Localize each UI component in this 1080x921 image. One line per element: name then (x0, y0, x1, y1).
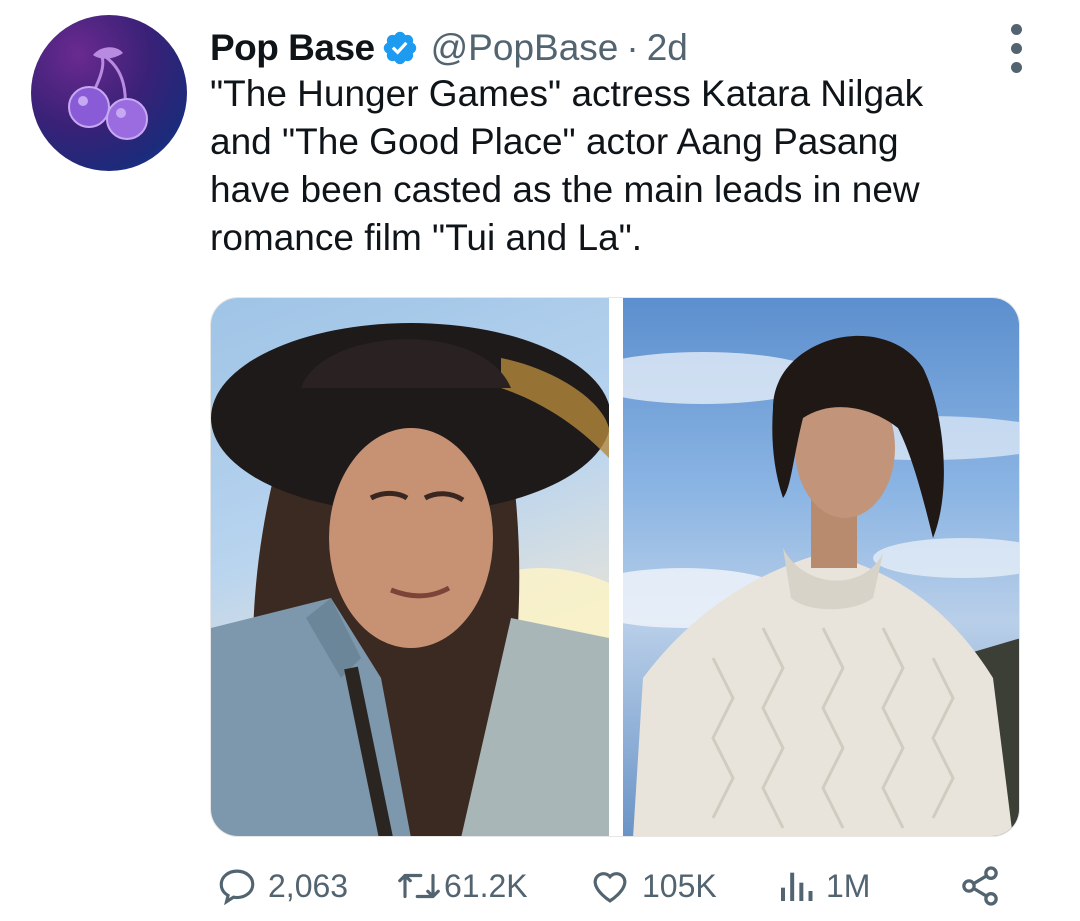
verified-badge-icon (381, 29, 419, 67)
retweet-icon (398, 873, 440, 899)
reply-icon (219, 869, 255, 906)
timestamp[interactable]: 2d (647, 27, 688, 69)
man-sweater-photo[interactable] (623, 298, 1019, 836)
cherry-logo-icon (68, 47, 148, 140)
tweet: Pop Base @PopBase · 2d "The Hunger Games… (0, 0, 1080, 921)
like-button[interactable]: 105K (588, 862, 717, 910)
more-icon[interactable] (1004, 24, 1028, 74)
reply-count: 2,063 (268, 867, 349, 904)
action-bar: 2,063 61.2K 105K 1M (210, 862, 1010, 910)
avatar[interactable] (31, 15, 187, 171)
like-count: 105K (642, 867, 717, 904)
retweet-button[interactable]: 61.2K (396, 862, 528, 910)
display-name[interactable]: Pop Base (210, 27, 375, 69)
views-button[interactable]: 1M (776, 862, 870, 910)
share-button[interactable] (958, 862, 1002, 910)
reply-button[interactable]: 2,063 (216, 862, 348, 910)
tweet-text: "The Hunger Games" actress Katara Nilgak… (210, 73, 924, 258)
retweet-count: 61.2K (444, 867, 528, 904)
woman-hat-photo[interactable] (211, 298, 609, 836)
handle[interactable]: @PopBase (431, 27, 619, 69)
share-icon (962, 866, 998, 906)
heart-icon (593, 872, 627, 903)
tweet-header: Pop Base @PopBase · 2d (210, 22, 688, 74)
media-grid (210, 297, 1020, 837)
views-icon (781, 872, 813, 901)
views-count: 1M (826, 867, 871, 904)
separator-dot: · (626, 27, 639, 68)
